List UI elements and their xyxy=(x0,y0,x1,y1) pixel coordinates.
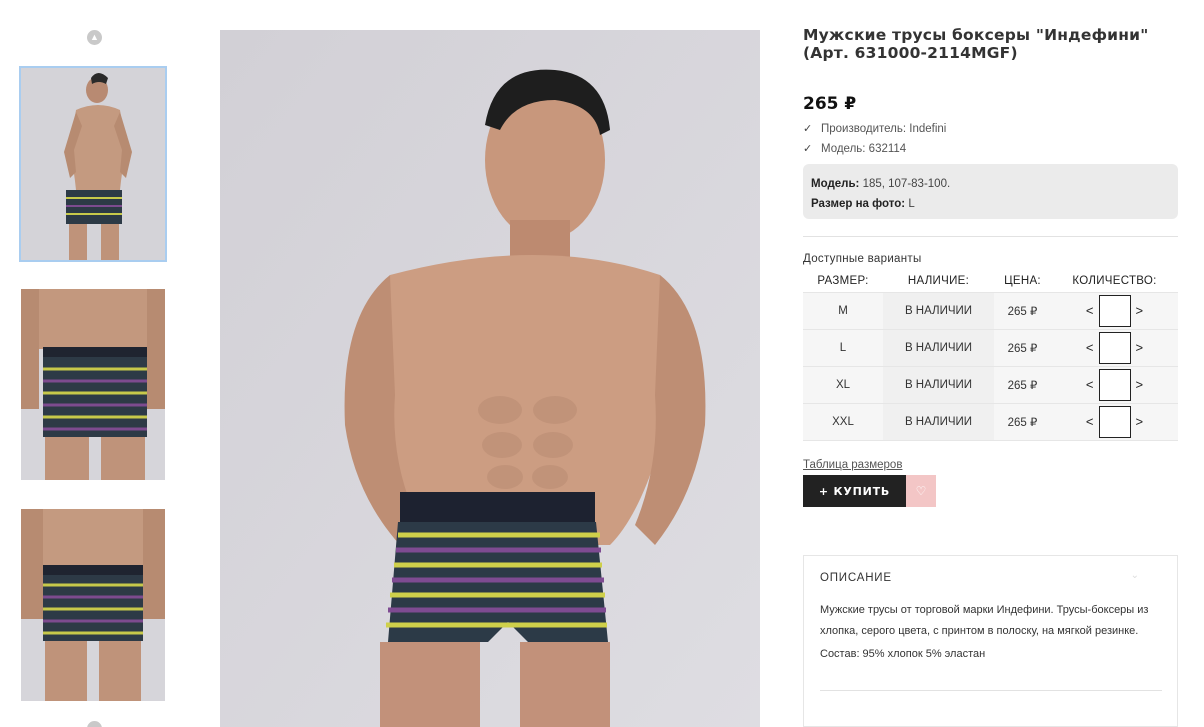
thumbs-scroll-down-icon[interactable] xyxy=(87,721,102,727)
model-row: ✓ Модель: 632114 xyxy=(803,139,946,159)
product-properties: ✓ Производитель: Indefini ✓ Модель: 6321… xyxy=(803,119,946,159)
quantity-input[interactable] xyxy=(1098,331,1131,364)
buy-button[interactable]: + КУПИТЬ xyxy=(803,475,906,507)
description-heading[interactable]: ОПИСАНИЕ xyxy=(820,572,892,584)
chevron-down-icon[interactable]: ⌄ xyxy=(1131,570,1139,581)
quantity-stepper: < > xyxy=(1083,405,1147,438)
size-cell: XL xyxy=(803,365,883,404)
size-cell: L xyxy=(803,328,883,367)
manufacturer-text: Производитель: Indefini xyxy=(821,122,947,135)
quantity-input[interactable] xyxy=(1098,294,1131,327)
increase-button[interactable]: > xyxy=(1133,340,1147,355)
manufacturer-row: ✓ Производитель: Indefini xyxy=(803,119,946,139)
thumbnail-detail[interactable] xyxy=(21,509,165,701)
divider xyxy=(820,690,1162,691)
heart-icon: ♡ xyxy=(915,484,927,498)
model-text: Модель: 632114 xyxy=(821,142,907,155)
decrease-button[interactable]: < xyxy=(1083,414,1097,429)
increase-button[interactable]: > xyxy=(1133,303,1147,318)
decrease-button[interactable]: < xyxy=(1083,377,1097,392)
availability-cell: В НАЛИЧИИ xyxy=(883,328,994,367)
increase-button[interactable]: > xyxy=(1133,377,1147,392)
column-header-price: ЦЕНА: xyxy=(1004,275,1041,288)
size-cell: XXL xyxy=(803,402,883,441)
table-row: XXL В НАЛИЧИИ 265 ₽ < > xyxy=(803,402,1178,441)
price-cell: 265 ₽ xyxy=(994,328,1051,367)
model-box-model-label: Модель: xyxy=(811,178,860,190)
quantity-cell: < > xyxy=(1051,291,1178,330)
price-cell: 265 ₽ xyxy=(994,291,1051,330)
table-row: M В НАЛИЧИИ 265 ₽ < > xyxy=(803,291,1178,330)
quantity-cell: < > xyxy=(1051,402,1178,441)
quantity-cell: < > xyxy=(1051,365,1178,404)
decrease-button[interactable]: < xyxy=(1083,303,1097,318)
table-row: L В НАЛИЧИИ 265 ₽ < > xyxy=(803,328,1178,367)
check-icon: ✓ xyxy=(803,142,813,155)
model-box-model-value: 185, 107-83-100. xyxy=(862,178,951,190)
model-box-size-value: L xyxy=(908,198,915,210)
column-header-availability: НАЛИЧИЕ: xyxy=(907,275,970,288)
main-product-photo[interactable] xyxy=(220,30,760,727)
column-header-quantity: КОЛИЧЕСТВО: xyxy=(1072,275,1157,288)
price-cell: 265 ₽ xyxy=(994,365,1051,404)
availability-cell: В НАЛИЧИИ xyxy=(883,402,994,441)
product-info: Мужские трусы боксеры "Индефини" (Арт. 6… xyxy=(803,26,1178,727)
variants-label: Доступные варианты xyxy=(803,253,922,265)
availability-cell: В НАЛИЧИИ xyxy=(883,365,994,404)
quantity-input[interactable] xyxy=(1098,405,1131,438)
availability-cell: В НАЛИЧИИ xyxy=(883,291,994,330)
description-text: Мужские трусы от торговой марки Индефини… xyxy=(820,604,1149,637)
price-cell: 265 ₽ xyxy=(994,402,1051,441)
description-panel: ОПИСАНИЕ ⌄ Мужские трусы от торговой мар… xyxy=(803,555,1178,727)
model-box-size-label: Размер на фото: xyxy=(811,198,906,210)
decrease-button[interactable]: < xyxy=(1083,340,1097,355)
table-row: XL В НАЛИЧИИ 265 ₽ < > xyxy=(803,365,1178,404)
thumbnail-back[interactable] xyxy=(21,289,165,480)
increase-button[interactable]: > xyxy=(1133,414,1147,429)
quantity-stepper: < > xyxy=(1083,294,1147,327)
quantity-cell: < > xyxy=(1051,328,1178,367)
product-price: 265 ₽ xyxy=(803,94,857,114)
quantity-stepper: < > xyxy=(1083,331,1147,364)
thumbs-scroll-up-icon[interactable]: ▲ xyxy=(87,30,102,45)
size-cell: M xyxy=(803,291,883,330)
column-header-size: РАЗМЕР: xyxy=(817,275,869,288)
model-info-box: Модель: 185, 107-83-100. Размер на фото:… xyxy=(803,164,1178,219)
quantity-input[interactable] xyxy=(1098,368,1131,401)
check-icon: ✓ xyxy=(803,122,813,135)
variants-table: РАЗМЕР: НАЛИЧИЕ: ЦЕНА: КОЛИЧЕСТВО: M В Н… xyxy=(803,271,1178,441)
product-title: Мужские трусы боксеры "Индефини" (Арт. 6… xyxy=(803,26,1149,62)
divider xyxy=(803,236,1178,237)
quantity-stepper: < > xyxy=(1083,368,1147,401)
size-table-link[interactable]: Таблица размеров xyxy=(803,459,902,471)
favorite-button[interactable]: ♡ xyxy=(906,475,936,507)
composition-text: Состав: 95% хлопок 5% эластан xyxy=(820,648,986,660)
thumbnail-front[interactable] xyxy=(19,66,167,262)
